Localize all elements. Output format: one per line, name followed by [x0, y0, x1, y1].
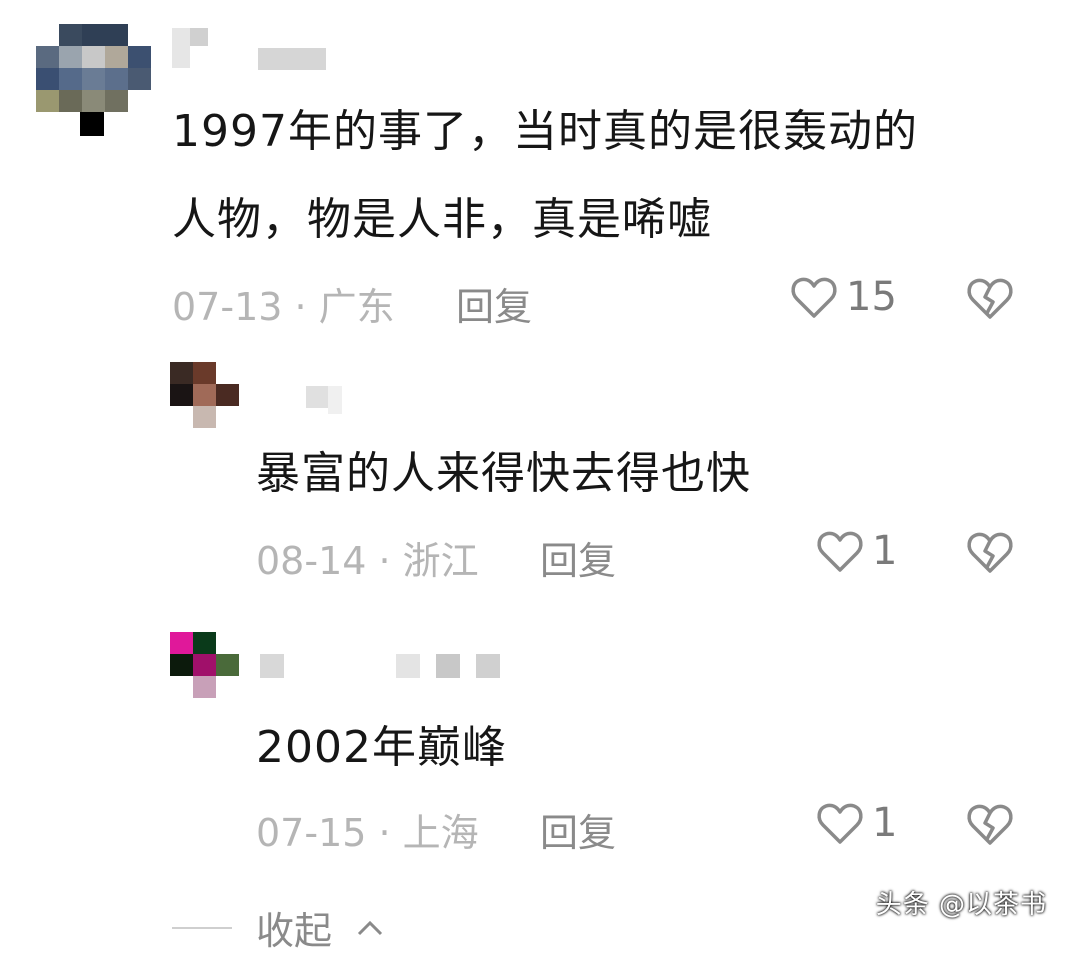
dislike-button[interactable] [966, 276, 1014, 324]
comment-date-location: 08-14 · 浙江 [256, 539, 479, 583]
like-button[interactable]: 1 [816, 800, 897, 846]
comment-date-location: 07-13 · 广东 [172, 285, 395, 329]
avatar[interactable] [170, 632, 239, 698]
username-blurred[interactable] [172, 28, 326, 70]
heart-outline-icon [817, 531, 863, 572]
heart-outline-icon [817, 803, 863, 844]
avatar[interactable] [36, 24, 151, 112]
username-blurred[interactable] [260, 654, 500, 678]
collapse-replies-button[interactable]: 收起 [172, 900, 384, 955]
avatar[interactable] [170, 362, 239, 428]
username-blurred[interactable] [306, 386, 342, 414]
comment-text: 2002年巅峰 [256, 722, 507, 773]
collapse-label: 收起 [256, 909, 333, 953]
reply-button[interactable]: 回复 [456, 276, 532, 331]
reply-button[interactable]: 回复 [540, 802, 616, 857]
like-count: 1 [872, 800, 898, 846]
comment-text: 暴富的人来得快去得也快 [256, 448, 751, 499]
like-button[interactable]: 1 [816, 528, 897, 574]
like-button[interactable]: 15 [790, 274, 897, 320]
comment-date-location: 07-15 · 上海 [256, 811, 479, 855]
like-count: 1 [872, 528, 898, 574]
avatar-badge [80, 112, 104, 136]
divider [172, 926, 232, 929]
watermark: 头条 @以茶书 [875, 890, 1047, 920]
like-count: 15 [846, 274, 897, 320]
broken-heart-icon [967, 532, 1013, 573]
dislike-button[interactable] [966, 530, 1014, 578]
dislike-button[interactable] [966, 802, 1014, 850]
heart-outline-icon [791, 277, 837, 318]
broken-heart-icon [967, 804, 1013, 845]
chevron-up-icon [357, 920, 383, 935]
comment-text: 1997年的事了，当时真的是很轰动的 人物，物是人非，真是唏嘘 [172, 106, 918, 245]
reply-button[interactable]: 回复 [540, 530, 616, 585]
broken-heart-icon [967, 278, 1013, 319]
